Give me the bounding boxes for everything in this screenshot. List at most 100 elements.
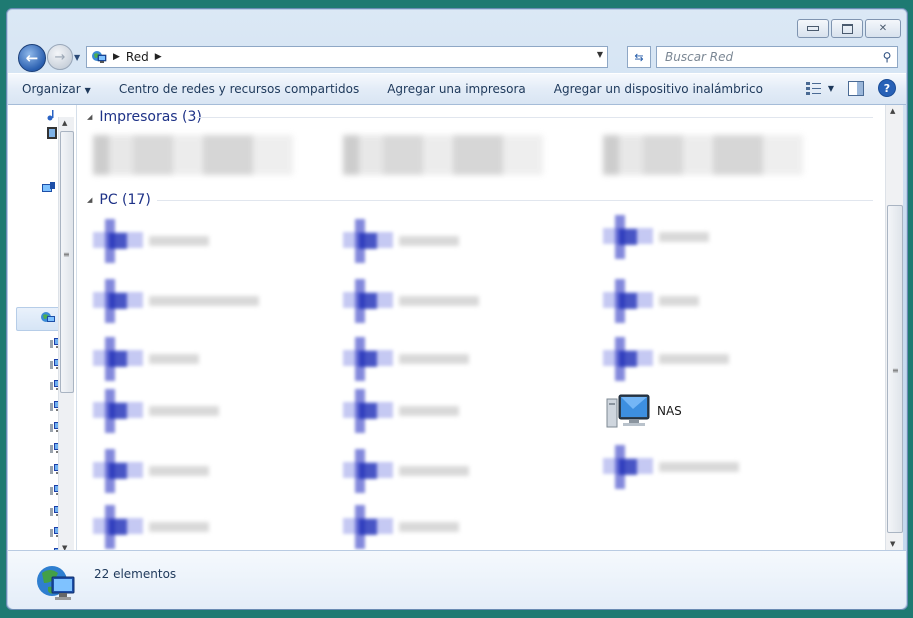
computer-icon — [93, 389, 143, 433]
pc-item[interactable] — [93, 337, 199, 381]
search-icon[interactable]: ⚲ — [877, 50, 897, 64]
toolbar-right: ▼ ? — [805, 79, 896, 97]
pc-item[interactable] — [93, 279, 259, 323]
computer-icon — [93, 505, 143, 549]
pc-item[interactable] — [343, 389, 459, 433]
music-icon[interactable] — [46, 109, 58, 121]
divider — [157, 200, 873, 201]
content-scrollbar[interactable]: ▲ ≡ ▼ — [885, 105, 903, 550]
pc-item[interactable] — [93, 505, 209, 549]
computer-icon — [343, 389, 393, 433]
pc-label-redacted — [399, 522, 459, 532]
breadcrumb-separator[interactable]: ▶ — [155, 52, 162, 62]
pc-item[interactable] — [603, 279, 699, 323]
recent-pages-dropdown[interactable]: ▼ — [74, 53, 80, 62]
close-button[interactable]: ✕ — [865, 19, 901, 38]
group-pcs[interactable]: ◢ PC (17) — [87, 191, 151, 209]
maximize-button[interactable] — [831, 19, 863, 38]
help-icon[interactable]: ? — [878, 79, 896, 97]
address-dropdown-icon[interactable]: ▼ — [597, 50, 603, 59]
pc-item[interactable] — [343, 337, 469, 381]
pc-label-redacted — [659, 232, 709, 242]
pc-label-redacted — [399, 296, 479, 306]
pc-item-nas[interactable]: NAS — [603, 389, 682, 433]
back-button[interactable]: ← — [18, 44, 46, 72]
pc-label-redacted — [149, 466, 209, 476]
computer-icon — [603, 445, 653, 489]
collapse-icon[interactable]: ◢ — [87, 196, 92, 204]
computer-icon — [93, 219, 143, 263]
pc-item[interactable] — [603, 445, 739, 489]
preview-pane-icon[interactable] — [848, 80, 864, 96]
pc-label-redacted — [659, 296, 699, 306]
pc-item[interactable] — [93, 449, 209, 493]
pc-label-redacted — [659, 462, 739, 472]
breadcrumb-red[interactable]: Red — [126, 50, 149, 64]
caption-buttons: ✕ — [797, 19, 901, 38]
search-input[interactable]: Buscar Red — [657, 50, 877, 64]
item-count: 22 elementos — [94, 567, 177, 581]
minimize-icon — [807, 26, 819, 31]
network-icon[interactable] — [40, 310, 56, 326]
pc-item[interactable] — [343, 505, 459, 549]
forward-button[interactable]: → — [47, 44, 73, 70]
refresh-icon: ⇆ — [634, 50, 644, 64]
back-arrow-icon: ← — [25, 49, 39, 67]
content-scroll-thumb[interactable]: ≡ — [887, 205, 903, 533]
computer-icon — [93, 279, 143, 323]
minimize-button[interactable] — [797, 19, 829, 38]
computer-icon — [343, 219, 393, 263]
scroll-down-icon[interactable]: ▼ — [890, 540, 895, 548]
maximize-icon — [841, 23, 853, 34]
chevron-down-icon: ▼ — [827, 83, 834, 93]
pc-label-redacted — [399, 466, 469, 476]
scroll-up-icon[interactable]: ▲ — [62, 119, 67, 127]
explorer-window: ✕ ← → ▼ ▶ Red ▶ ▼ ⇆ Buscar Red ⚲ Organiz… — [6, 8, 908, 610]
add-printer-button[interactable]: Agregar una impresora — [373, 82, 540, 96]
network-icon — [92, 51, 107, 63]
view-options-button[interactable]: ▼ — [805, 81, 834, 95]
breadcrumb-separator[interactable]: ▶ — [113, 52, 120, 62]
pc-label-redacted — [149, 236, 209, 246]
collapse-icon[interactable]: ◢ — [87, 113, 92, 121]
printer-item[interactable] — [603, 135, 803, 175]
group-pcs-label: PC (17) — [99, 192, 151, 208]
forward-arrow-icon: → — [54, 49, 66, 65]
printer-item[interactable] — [343, 135, 543, 175]
pc-label-redacted — [149, 354, 199, 364]
network-globe-icon — [37, 566, 75, 600]
pc-label-redacted — [149, 296, 259, 306]
pc-item[interactable] — [343, 219, 459, 263]
chevron-down-icon: ▼ — [84, 86, 91, 95]
pc-item[interactable] — [603, 215, 709, 259]
address-bar[interactable]: ▶ Red ▶ ▼ — [86, 46, 608, 68]
organize-label: Organizar — [22, 82, 81, 96]
printer-icon — [343, 135, 543, 175]
computer-icon — [343, 279, 393, 323]
add-wireless-device-button[interactable]: Agregar un dispositivo inalámbrico — [540, 82, 777, 96]
homegroup-icon[interactable] — [40, 179, 56, 195]
computer-icon — [603, 337, 653, 381]
pc-item[interactable] — [93, 219, 209, 263]
network-center-button[interactable]: Centro de redes y recursos compartidos — [105, 82, 373, 96]
file-list: ◢ Impresoras (3) ◢ PC (17) NAS — [77, 105, 885, 550]
pc-label-redacted — [149, 406, 219, 416]
group-printers[interactable]: ◢ Impresoras (3) — [87, 108, 202, 126]
pc-item[interactable] — [343, 449, 469, 493]
nav-scrollbar[interactable]: ▲ ≡ ▼ — [58, 117, 74, 554]
refresh-button[interactable]: ⇆ — [627, 46, 651, 68]
search-box[interactable]: Buscar Red ⚲ — [656, 46, 898, 68]
pc-item[interactable] — [603, 337, 729, 381]
pc-label-redacted — [149, 522, 209, 532]
nav-scroll-thumb[interactable]: ≡ — [60, 131, 74, 393]
command-bar: Organizar ▼ Centro de redes y recursos co… — [8, 73, 906, 105]
organize-menu[interactable]: Organizar ▼ — [8, 82, 105, 96]
printer-item[interactable] — [93, 135, 293, 175]
pc-item[interactable] — [93, 389, 219, 433]
pc-label-redacted — [399, 406, 459, 416]
computer-icon — [603, 215, 653, 259]
pc-item[interactable] — [343, 279, 479, 323]
scroll-up-icon[interactable]: ▲ — [890, 107, 895, 115]
pc-label: NAS — [657, 404, 682, 418]
videos-icon[interactable] — [46, 127, 58, 139]
